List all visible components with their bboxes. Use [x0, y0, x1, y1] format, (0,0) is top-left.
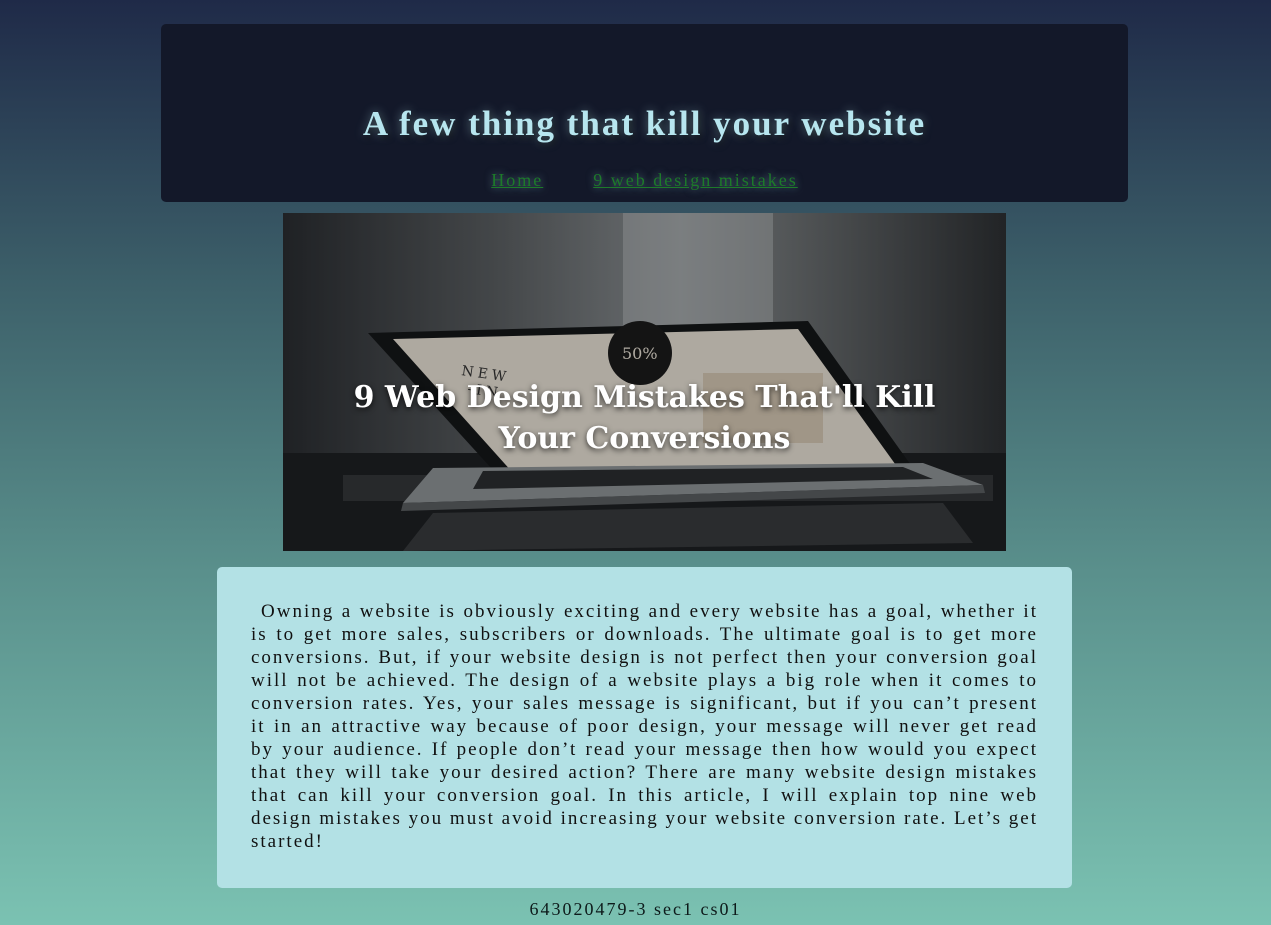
nav-link-9-web-design-mistakes[interactable]: 9 web design mistakes	[593, 170, 797, 191]
hero-image: 50% NEW -IN 9 Web Design Mistakes That'l…	[283, 213, 1006, 551]
hero-caption-line-1: 9 Web Design Mistakes That'll Kill	[353, 380, 936, 415]
footer-text: 643020479-3 sec1 cs01	[529, 899, 742, 919]
page-title: A few thing that kill your website	[362, 104, 927, 143]
nav-link-home[interactable]: Home	[491, 170, 543, 191]
site-header: A few thing that kill your website Home …	[161, 24, 1128, 202]
article-body: Owning a website is obviously exciting a…	[251, 601, 1038, 852]
hero-caption: 9 Web Design Mistakes That'll Kill Your …	[283, 377, 1006, 459]
hero-caption-line-2: Your Conversions	[498, 421, 791, 456]
main-nav: Home 9 web design mistakes	[161, 170, 1128, 191]
article-card: Owning a website is obviously exciting a…	[217, 567, 1072, 888]
